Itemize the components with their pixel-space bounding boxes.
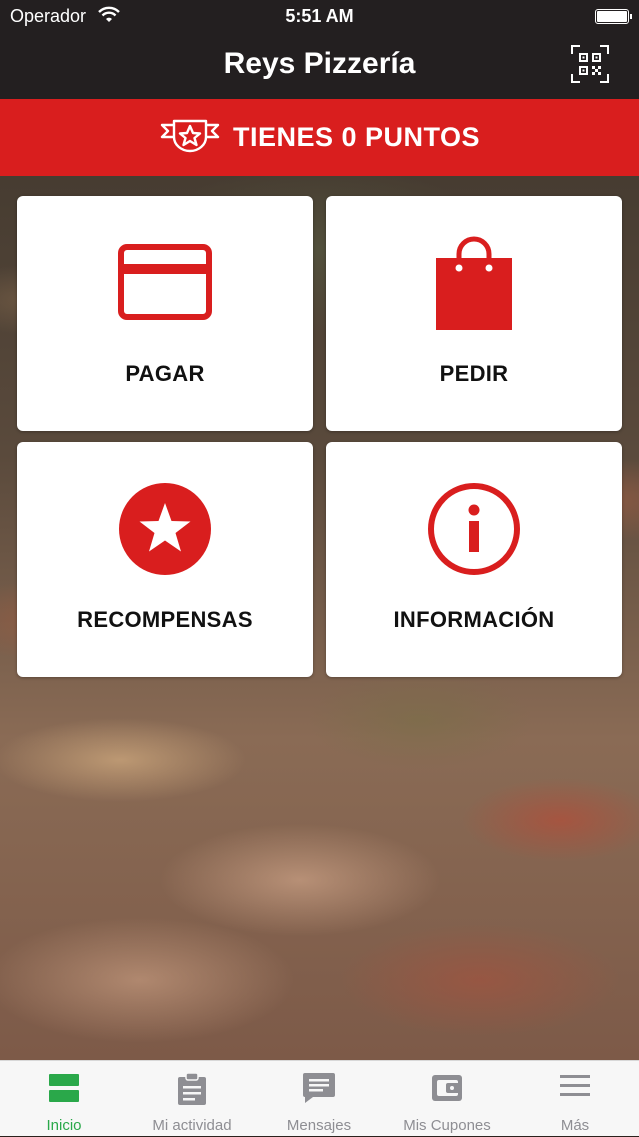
- order-tile[interactable]: PEDIR: [326, 196, 622, 431]
- info-tile[interactable]: INFORMACIÓN: [326, 442, 622, 677]
- wallet-icon: [383, 1073, 511, 1103]
- menu-icon: [511, 1073, 639, 1099]
- points-label: TIENES 0 PUNTOS: [232, 122, 481, 152]
- info-circle-icon: [326, 482, 622, 576]
- tab-home-label: Inicio: [46, 1117, 82, 1134]
- star-badge-icon: [159, 115, 221, 160]
- points-banner[interactable]: TIENES 0 PUNTOS: [0, 99, 639, 176]
- order-label: PEDIR: [439, 361, 509, 386]
- status-bar: Operador 5:51 AM: [0, 0, 639, 34]
- info-label: INFORMACIÓN: [393, 607, 555, 632]
- tab-home[interactable]: Inicio: [0, 1061, 128, 1137]
- page-title: Reys Pizzería: [223, 47, 416, 80]
- home-icon: [0, 1073, 128, 1103]
- tab-more-label: Más: [560, 1117, 590, 1134]
- clipboard-icon: [128, 1073, 256, 1105]
- pay-label: PAGAR: [125, 361, 205, 386]
- message-icon: [255, 1073, 383, 1103]
- tab-bar: Inicio Mi actividad Mensajes Mis Cupones…: [0, 1060, 639, 1136]
- status-time: 5:51 AM: [285, 6, 354, 26]
- battery-icon: [595, 9, 632, 24]
- rewards-tile[interactable]: RECOMPENSAS: [17, 442, 313, 677]
- tab-messages-label: Mensajes: [286, 1117, 352, 1134]
- tab-more[interactable]: Más: [511, 1061, 639, 1137]
- tab-messages[interactable]: Mensajes: [255, 1061, 383, 1137]
- credit-card-icon: [17, 244, 313, 320]
- tab-coupons-label: Mis Cupones: [403, 1117, 491, 1134]
- star-circle-icon: [17, 482, 313, 576]
- tab-activity-label: Mi actividad: [152, 1117, 232, 1134]
- rewards-label: RECOMPENSAS: [77, 607, 253, 632]
- navigation-bar: Reys Pizzería: [0, 34, 639, 99]
- qr-code-icon[interactable]: [570, 44, 610, 84]
- pay-tile[interactable]: PAGAR: [17, 196, 313, 431]
- tab-activity[interactable]: Mi actividad: [128, 1061, 256, 1137]
- tab-coupons[interactable]: Mis Cupones: [383, 1061, 511, 1137]
- shopping-bag-icon: [326, 234, 622, 332]
